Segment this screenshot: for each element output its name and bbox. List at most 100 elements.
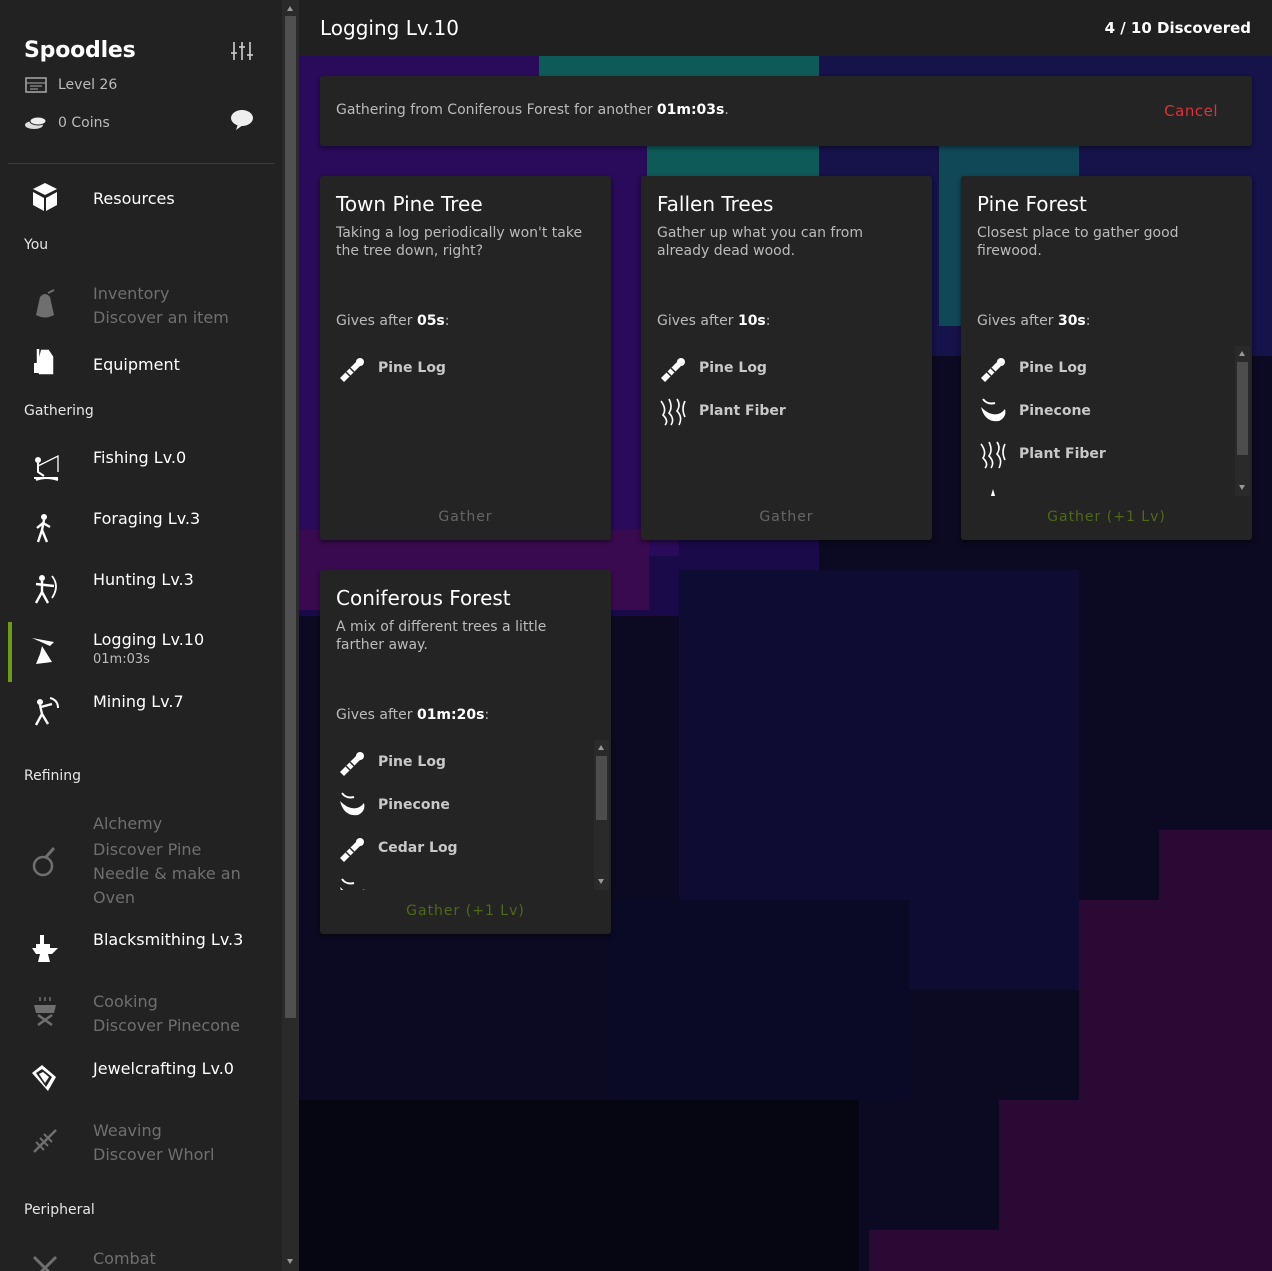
gather-button[interactable]: Gather xyxy=(641,509,932,525)
sidebar-item-combat[interactable]: Combat xyxy=(8,1247,274,1271)
coins-icon xyxy=(25,116,47,129)
gives-prefix: Gives after xyxy=(977,313,1058,329)
main-panel: Logging Lv.10 4 / 10 Discovered Gatherin… xyxy=(299,0,1272,1271)
sidebar-item-weaving[interactable]: Weaving Discover Whorl xyxy=(8,1119,274,1169)
gather-button[interactable]: Gather xyxy=(320,509,611,525)
card-title: Town Pine Tree xyxy=(336,192,483,216)
settings-sliders-icon[interactable] xyxy=(230,40,254,62)
sidebar-label: Mining Lv.7 xyxy=(93,692,184,711)
scroll-up-arrow-icon[interactable] xyxy=(1239,351,1245,356)
armor-icon xyxy=(34,349,54,375)
drop-item-name: Pinecone xyxy=(1019,402,1091,419)
sidebar-item-resources[interactable]: Resources xyxy=(8,178,274,218)
sidebar-item-foraging[interactable]: Foraging Lv.3 xyxy=(8,506,274,556)
card-description: A mix of different trees a little farthe… xyxy=(336,619,547,653)
hunting-icon xyxy=(34,575,57,604)
sidebar-item-jewelcrafting[interactable]: Jewelcrafting Lv.0 xyxy=(8,1056,274,1106)
sidebar-scrollbar[interactable] xyxy=(282,0,299,1271)
drop-item xyxy=(336,869,591,890)
scrollbar-thumb[interactable] xyxy=(285,16,296,1018)
drop-item: Plant Fiber xyxy=(977,432,1232,475)
drop-item: Pinecone xyxy=(336,783,591,826)
card-drop-list: Pine Log Pinecone Cedar Log xyxy=(336,740,591,890)
card-description: Gather up what you can from already dead… xyxy=(657,225,864,259)
sidebar-label: Foraging Lv.3 xyxy=(93,509,201,528)
chat-bubble-icon[interactable] xyxy=(230,109,254,131)
drop-list-scrollbar[interactable] xyxy=(1235,346,1250,496)
scrollbar-thumb[interactable] xyxy=(596,756,607,820)
gives-suffix: : xyxy=(765,313,771,329)
sidebar-sublabel: Discover Pine Needle & make an Oven xyxy=(93,840,241,907)
sidebar-label: Jewelcrafting Lv.0 xyxy=(93,1059,234,1078)
location-card-pine-forest: Pine Forest Closest place to gather good… xyxy=(961,176,1252,540)
fiber-icon xyxy=(980,441,1006,469)
scroll-down-arrow-icon[interactable] xyxy=(287,1259,293,1264)
status-suffix: . xyxy=(724,102,729,118)
section-refining: Refining xyxy=(24,768,82,784)
sidebar-label: Weaving xyxy=(93,1121,162,1140)
log-icon xyxy=(981,357,1005,382)
drop-item: Pine Log xyxy=(657,346,919,389)
scroll-down-arrow-icon[interactable] xyxy=(1239,485,1245,490)
card-description: Taking a log periodically won't take the… xyxy=(336,225,583,259)
player-level: Level 26 xyxy=(24,76,117,94)
drop-item xyxy=(977,475,1232,496)
gives-prefix: Gives after xyxy=(657,313,738,329)
drop-list-scrollbar[interactable] xyxy=(594,740,609,890)
gather-button[interactable]: Gather (+1 Lv) xyxy=(961,509,1252,525)
drop-item: Pine Log xyxy=(336,346,598,389)
gives-prefix: Gives after xyxy=(336,313,417,329)
scrollbar-thumb[interactable] xyxy=(1237,362,1248,455)
sidebar-sublabel: Discover Whorl xyxy=(93,1145,215,1164)
location-card-coniferous-forest: Coniferous Forest A mix of different tre… xyxy=(320,570,611,934)
sidebar-item-hunting[interactable]: Hunting Lv.3 xyxy=(8,567,274,617)
drop-item-name: Pinecone xyxy=(378,796,450,813)
coins-text: 0 Coins xyxy=(58,115,110,131)
sidebar-label: Blacksmithing Lv.3 xyxy=(93,930,244,949)
boxes-icon xyxy=(33,183,57,211)
status-prefix: Gathering from Coniferous Forest for ano… xyxy=(336,102,657,118)
card-gives-after: Gives after 01m:20s: xyxy=(336,707,489,723)
seed-icon xyxy=(340,877,365,890)
seed-icon xyxy=(981,397,1006,421)
card-description: Closest place to gather good firewood. xyxy=(977,225,1179,259)
scroll-down-arrow-icon[interactable] xyxy=(598,879,604,884)
sidebar-item-alchemy[interactable]: Alchemy Discover Pine Needle & make an O… xyxy=(8,812,274,912)
scroll-up-arrow-icon[interactable] xyxy=(598,745,604,750)
gives-time: 01m:20s xyxy=(416,707,485,723)
scroll-up-arrow-icon[interactable] xyxy=(287,6,293,11)
card-gives-after: Gives after 10s: xyxy=(657,313,771,329)
drop-item: Pine Log xyxy=(336,740,591,783)
cancel-button[interactable]: Cancel xyxy=(1164,102,1218,120)
drop-item-name: Pine Log xyxy=(699,359,767,376)
location-card-town-pine-tree: Town Pine Tree Taking a log periodically… xyxy=(320,176,611,540)
spindle-icon xyxy=(33,1129,57,1153)
sidebar-item-mining[interactable]: Mining Lv.7 xyxy=(8,689,274,739)
drop-item-name: Plant Fiber xyxy=(699,402,786,419)
player-name: Spoodles xyxy=(24,38,136,63)
card-title: Coniferous Forest xyxy=(336,586,511,610)
card-title: Fallen Trees xyxy=(657,192,774,216)
sidebar-item-blacksmithing[interactable]: Blacksmithing Lv.3 xyxy=(8,927,274,977)
sidebar-sublabel: Discover an item xyxy=(93,308,229,327)
top-bar: Logging Lv.10 4 / 10 Discovered xyxy=(299,0,1272,56)
sidebar: Spoodles Level 26 0 Coins Resources You … xyxy=(0,0,282,1271)
sidebar-item-equipment[interactable]: Equipment xyxy=(8,345,274,385)
drop-item-name: Pine Log xyxy=(378,753,446,770)
gives-prefix: Gives after xyxy=(336,707,417,723)
fiber-icon xyxy=(660,398,686,426)
sidebar-item-inventory[interactable]: Inventory Discover an item xyxy=(8,282,274,332)
sidebar-item-cooking[interactable]: Cooking Discover Pinecone xyxy=(8,990,274,1040)
combat-icon xyxy=(32,1255,58,1271)
sidebar-label: Equipment xyxy=(93,355,180,374)
sidebar-sublabel: Discover Pinecone xyxy=(93,1016,240,1035)
section-gathering: Gathering xyxy=(24,403,94,419)
mining-icon xyxy=(34,697,59,726)
gives-suffix: : xyxy=(484,707,490,723)
gather-button[interactable]: Gather (+1 Lv) xyxy=(320,903,611,919)
sidebar-item-logging[interactable]: Logging Lv.10 01m:03s xyxy=(8,622,274,682)
gives-time: 10s xyxy=(737,313,766,329)
gem-icon xyxy=(32,1065,56,1091)
sidebar-item-fishing[interactable]: Fishing Lv.0 xyxy=(8,445,274,495)
sidebar-label: Resources xyxy=(93,189,175,208)
